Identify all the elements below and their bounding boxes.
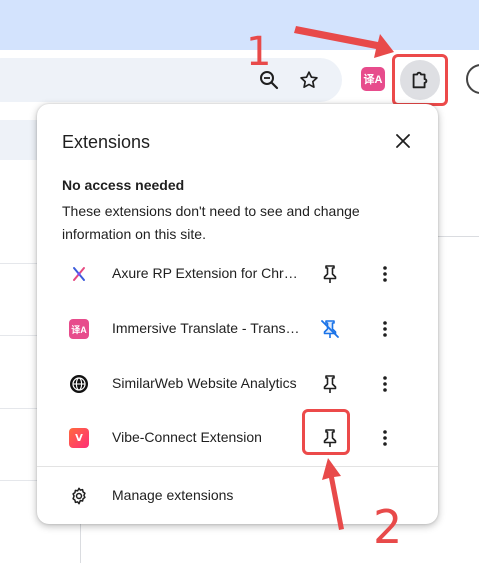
- pin-icon[interactable]: [318, 262, 342, 286]
- more-options-icon[interactable]: [373, 317, 397, 341]
- annotation-step-1: 1: [246, 29, 272, 75]
- extension-row-immersive-translate[interactable]: 译A Immersive Translate - Translate Websi…: [37, 309, 438, 349]
- bookmark-star-icon[interactable]: [296, 67, 322, 93]
- address-bar[interactable]: [0, 58, 342, 102]
- unpin-icon[interactable]: [318, 317, 342, 341]
- manage-extensions-label: Manage extensions: [112, 487, 234, 503]
- axure-logo-icon: [67, 262, 91, 286]
- page-divider: [438, 236, 479, 237]
- section-description: These extensions don't need to see and c…: [62, 203, 360, 242]
- browser-tab-strip: [0, 0, 479, 50]
- immersive-translate-badge: 译A: [69, 319, 89, 339]
- globe-logo-icon: [67, 372, 91, 396]
- extension-name: Immersive Translate - Translate Website …: [112, 320, 302, 336]
- immersive-translate-logo-icon: 译A: [67, 317, 91, 341]
- menu-divider: [37, 466, 438, 467]
- more-options-icon[interactable]: [373, 426, 397, 450]
- extension-name: Axure RP Extension for Chrome: [112, 265, 302, 281]
- extension-row-axure[interactable]: Axure RP Extension for Chrome: [37, 254, 438, 294]
- gear-icon: [67, 484, 91, 508]
- vibe-connect-logo-icon: V: [67, 426, 91, 450]
- extensions-puzzle-button[interactable]: [392, 54, 448, 106]
- section-heading: No access needed: [62, 177, 185, 193]
- more-options-icon[interactable]: [373, 262, 397, 286]
- vibe-connect-badge: V: [69, 428, 89, 448]
- extension-row-vibe-connect[interactable]: V Vibe-Connect Extension: [37, 418, 438, 458]
- annotation-step-2: 2: [373, 500, 403, 554]
- extension-name: Vibe-Connect Extension: [112, 429, 262, 445]
- profile-avatar-icon[interactable]: [466, 64, 479, 94]
- extension-name: SimilarWeb Website Analytics: [112, 375, 297, 391]
- close-icon[interactable]: [391, 129, 415, 153]
- browser-toolbar: 译A: [0, 50, 479, 110]
- pin-highlight-box: [302, 409, 350, 455]
- immersive-translate-toolbar-icon[interactable]: 译A: [361, 67, 385, 91]
- puzzle-icon: [400, 60, 440, 100]
- extensions-menu: Extensions No access needed These extens…: [37, 104, 438, 524]
- pin-icon[interactable]: [318, 372, 342, 396]
- popup-title: Extensions: [62, 132, 151, 152]
- extension-row-similarweb[interactable]: SimilarWeb Website Analytics: [37, 364, 438, 404]
- more-options-icon[interactable]: [373, 372, 397, 396]
